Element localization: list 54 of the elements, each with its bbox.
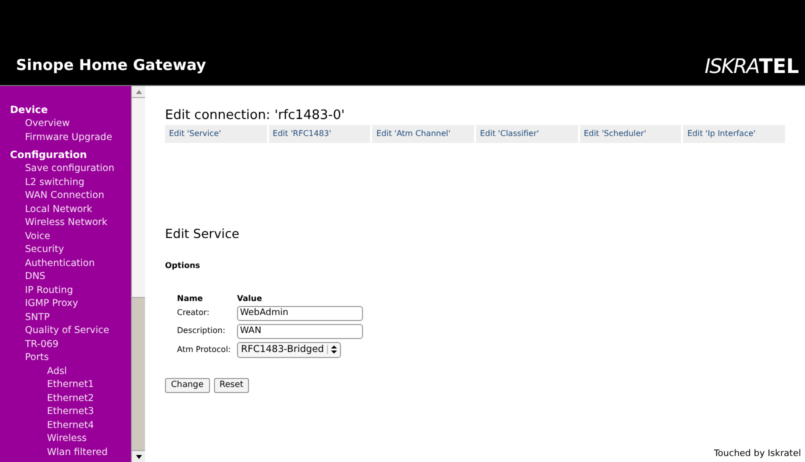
sidebar-link[interactable]: Wireless bbox=[0, 432, 131, 446]
sidebar-link[interactable]: SNTP bbox=[0, 310, 131, 324]
column-header: Value bbox=[237, 294, 264, 303]
form-button[interactable]: Reset bbox=[214, 378, 250, 393]
text-field[interactable]: WebAdmin bbox=[237, 306, 363, 321]
sidebar-link[interactable]: Authentication bbox=[0, 256, 131, 270]
sidebar-link[interactable]: L2 switching bbox=[0, 176, 131, 189]
sidebar-link[interactable]: Ethernet1 bbox=[0, 378, 131, 392]
sidebar-link[interactable]: Adsl bbox=[0, 364, 131, 378]
site-title: Sinope Home Gateway bbox=[16, 54, 206, 76]
footer-text: Touched by Iskratel bbox=[714, 448, 801, 460]
tab-link[interactable]: Edit 'Scheduler' bbox=[580, 125, 682, 143]
sidebar-link[interactable]: Overview bbox=[0, 117, 131, 130]
scrollbar[interactable] bbox=[131, 86, 145, 462]
logo-text-bold: TEL bbox=[758, 56, 799, 76]
sidebar-link[interactable]: Voice bbox=[0, 230, 131, 243]
scroll-thumb[interactable] bbox=[132, 98, 145, 298]
scroll-down-icon[interactable] bbox=[136, 454, 142, 458]
sidebar-heading: Configuration bbox=[9, 149, 88, 162]
page-title: Edit connection: 'rfc1483-0' bbox=[165, 108, 346, 124]
sidebar-link[interactable]: WAN Connection bbox=[0, 189, 131, 202]
sidebar-heading: Device bbox=[9, 104, 49, 117]
sidebar-link[interactable]: Ethernet3 bbox=[0, 405, 131, 418]
spinner-icon bbox=[326, 345, 337, 354]
field-label: Creator: bbox=[177, 307, 210, 320]
column-header: Name bbox=[177, 294, 204, 303]
form-button[interactable]: Change bbox=[165, 378, 210, 393]
logo-text: ISKRA bbox=[704, 56, 759, 76]
sidebar-link[interactable]: Wlan filtered bbox=[0, 446, 131, 459]
sidebar-link[interactable]: Local Network bbox=[0, 202, 131, 216]
tab-link[interactable]: Edit 'Atm Channel' bbox=[372, 125, 474, 143]
sidebar-link[interactable]: IGMP Proxy bbox=[0, 297, 131, 310]
sidebar-link[interactable]: IP Routing bbox=[0, 284, 131, 297]
options-heading: Options bbox=[165, 260, 202, 272]
tab-link[interactable]: Edit 'Service' bbox=[165, 125, 267, 143]
sidebar-link[interactable]: DNS bbox=[0, 270, 131, 284]
tab-link[interactable]: Edit 'Classifier' bbox=[476, 125, 578, 143]
sidebar-link[interactable]: TR-069 bbox=[0, 338, 131, 351]
tab-link[interactable]: Edit 'RFC1483' bbox=[268, 125, 370, 143]
section-title: Edit Service bbox=[165, 225, 240, 243]
scroll-up-icon[interactable] bbox=[136, 90, 142, 94]
sidebar-link[interactable]: Save configuration bbox=[0, 162, 131, 176]
sidebar-link[interactable]: Firmware Upgrade bbox=[0, 130, 131, 144]
sidebar-link[interactable]: Security bbox=[0, 243, 131, 256]
text-field[interactable]: WAN bbox=[237, 324, 363, 339]
tab-link[interactable]: Edit 'Ip Interface' bbox=[683, 125, 786, 143]
field-label: Atm Protocol: bbox=[177, 344, 232, 356]
sidebar-link[interactable]: Ports bbox=[0, 351, 131, 364]
sidebar-link[interactable]: Ethernet4 bbox=[0, 418, 131, 432]
sidebar-link[interactable]: Ethernet2 bbox=[0, 392, 131, 405]
field-label: Description: bbox=[177, 325, 226, 338]
sidebar-link[interactable]: Wireless Network bbox=[0, 216, 131, 230]
sidebar-link[interactable]: Quality of Service bbox=[0, 324, 131, 338]
protocol-select[interactable]: RFC1483-Bridged bbox=[237, 342, 341, 358]
